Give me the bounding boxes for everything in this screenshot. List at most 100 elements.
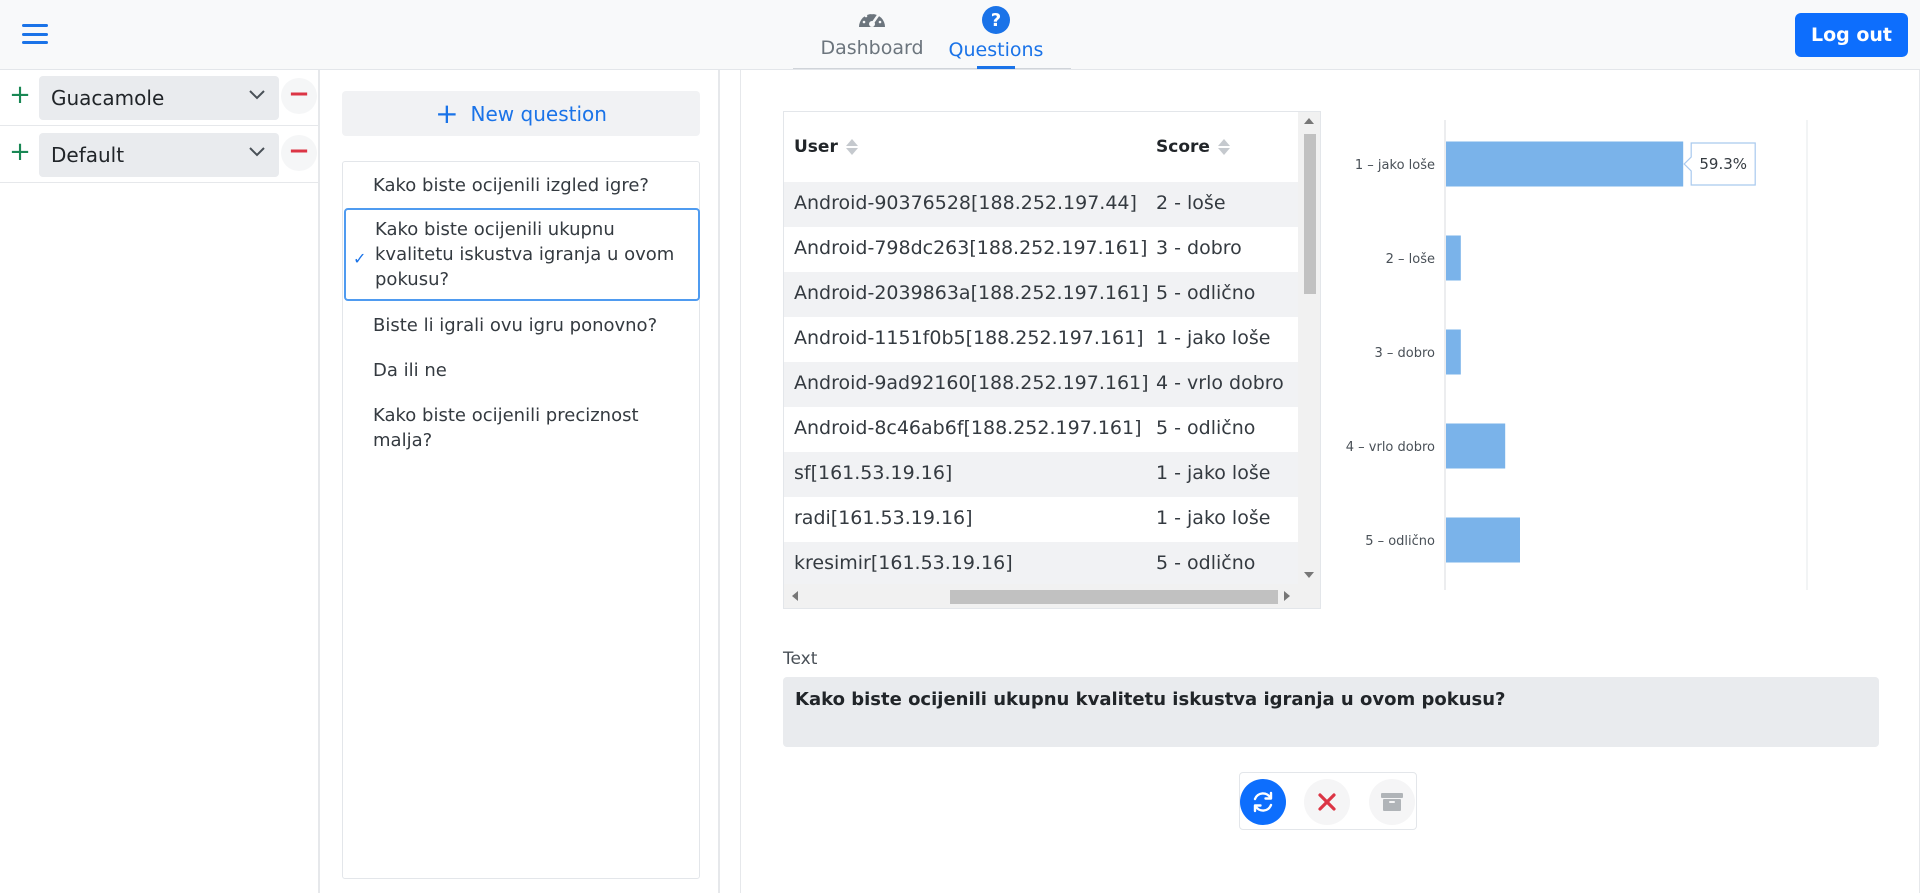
table-row[interactable]: Android-2039863a[188.252.197.161] 5 - od… — [784, 272, 1298, 317]
question-text: Da ili ne — [373, 360, 447, 381]
scrollbar-thumb[interactable] — [1304, 134, 1316, 294]
remove-icon[interactable]: − — [281, 135, 317, 171]
project-name: Default — [51, 143, 125, 167]
remove-icon[interactable]: − — [281, 78, 317, 114]
tab-questions[interactable]: ? Questions — [948, 5, 1044, 69]
text-label: Text — [783, 649, 818, 669]
cell-score: 1 - jako loše — [1156, 462, 1271, 484]
cell-score: 5 - odlično — [1156, 552, 1256, 574]
check-icon: ✓ — [353, 249, 367, 268]
active-tab-indicator — [977, 66, 1015, 69]
question-item[interactable]: Da ili ne — [343, 358, 701, 383]
new-question-label: New question — [470, 101, 607, 126]
project-select[interactable]: Default — [39, 133, 279, 177]
table-row[interactable]: Android-798dc263[188.252.197.161] 3 - do… — [784, 227, 1298, 272]
project-name: Guacamole — [51, 86, 165, 110]
question-item[interactable]: Biste li igrali ovu igru ponovno? — [343, 313, 701, 338]
chart-bar — [1446, 235, 1461, 281]
close-icon — [1318, 793, 1336, 811]
cell-score: 1 - jako loše — [1156, 507, 1271, 529]
chart-bar — [1446, 517, 1520, 563]
question-text: Biste li igrali ovu igru ponovno? — [373, 315, 658, 336]
table-row[interactable]: Android-90376528[188.252.197.44] 2 - loš… — [784, 182, 1298, 227]
scroll-right-arrow-icon[interactable] — [1284, 591, 1290, 601]
chevron-down-icon — [249, 147, 265, 157]
chart-category-label: 1 – jako loše — [1355, 158, 1435, 173]
question-list: Kako biste ocijenili izgled igre? ✓ Kako… — [342, 161, 700, 879]
project-select[interactable]: Guacamole — [39, 76, 279, 120]
chart-category-label: 3 – dobro — [1374, 346, 1435, 361]
chart-category-label: 4 – vrlo dobro — [1346, 440, 1435, 455]
chart-bar — [1446, 329, 1461, 375]
question-text: Kako biste ocijenili preciznost malja? — [373, 405, 639, 451]
scroll-up-arrow-icon[interactable] — [1304, 118, 1314, 124]
cancel-button[interactable] — [1304, 779, 1350, 825]
cell-score: 3 - dobro — [1156, 237, 1242, 259]
table-row[interactable]: Android-1151f0b5[188.252.197.161] 1 - ja… — [784, 317, 1298, 362]
horizontal-scrollbar[interactable] — [784, 584, 1320, 608]
archive-button — [1369, 779, 1415, 825]
cell-score: 5 - odlično — [1156, 417, 1256, 439]
cell-user: radi[161.53.19.16] — [794, 507, 973, 529]
plus-icon: + — [435, 96, 459, 130]
cell-score: 4 - vrlo dobro — [1156, 372, 1284, 394]
question-circle-icon: ? — [982, 6, 1010, 34]
question-text: Kako biste ocijenili izgled igre? — [373, 175, 649, 196]
tabs-divider — [793, 68, 1071, 69]
cell-user: Android-1151f0b5[188.252.197.161] — [794, 327, 1144, 349]
add-icon[interactable]: + — [8, 139, 32, 165]
column-header-score[interactable]: Score — [1156, 137, 1230, 157]
scroll-down-arrow-icon[interactable] — [1304, 572, 1314, 578]
question-item[interactable]: Kako biste ocijenili izgled igre? — [343, 173, 701, 198]
question-item-selected[interactable]: ✓ Kako biste ocijenili ukupnu kvalitetu … — [344, 208, 700, 301]
table-header: User Score — [784, 112, 1298, 182]
cell-user: Android-798dc263[188.252.197.161] — [794, 237, 1148, 259]
answers-table: User Score Android-90376528[188.252.197.… — [783, 111, 1321, 609]
sort-icon — [1217, 139, 1230, 155]
chart-bar — [1446, 141, 1684, 187]
table-row[interactable]: Android-9ad92160[188.252.197.161] 4 - vr… — [784, 362, 1298, 407]
cell-user: sf[161.53.19.16] — [794, 462, 953, 484]
column-header-label: Score — [1156, 137, 1210, 157]
vertical-scrollbar[interactable] — [1298, 112, 1320, 584]
cell-score: 2 - loše — [1156, 192, 1226, 214]
chart-category-label: 2 – loše — [1386, 252, 1435, 267]
table-row[interactable]: radi[161.53.19.16] 1 - jako loše — [784, 497, 1298, 542]
table-row[interactable]: sf[161.53.19.16] 1 - jako loše — [784, 452, 1298, 497]
table-row[interactable]: kresimir[161.53.19.16] 5 - odlično — [784, 542, 1298, 587]
chevron-down-icon — [249, 90, 265, 100]
archive-icon — [1381, 793, 1403, 811]
cell-score: 1 - jako loše — [1156, 327, 1271, 349]
add-icon[interactable]: + — [8, 82, 32, 108]
projects-panel: + Guacamole − + Default − — [0, 70, 320, 893]
svg-text:?: ? — [991, 10, 1001, 31]
question-item[interactable]: Kako biste ocijenili preciznost malja? — [343, 403, 701, 453]
refresh-icon — [1253, 791, 1273, 813]
cell-user: Android-2039863a[188.252.197.161] — [794, 282, 1149, 304]
cell-user: Android-9ad92160[188.252.197.161] — [794, 372, 1149, 394]
hamburger-menu-icon[interactable] — [22, 24, 48, 44]
column-header-user[interactable]: User — [794, 137, 858, 157]
scrollbar-thumb[interactable] — [950, 590, 1278, 604]
gauge-icon — [859, 11, 885, 27]
question-text-field[interactable]: Kako biste ocijenili ukupnu kvalitetu is… — [783, 677, 1879, 747]
project-row: + Guacamole − — [0, 70, 320, 126]
tab-dashboard[interactable]: Dashboard — [820, 5, 924, 69]
bar-chart: 1 – jako loše 2 – loše 3 – dobro 4 – vrlo d… — [1346, 120, 1808, 590]
chart-tooltip-label: 59.3% — [1699, 155, 1747, 173]
table-row[interactable]: Android-8c46ab6f[188.252.197.161] 5 - od… — [784, 407, 1298, 452]
cell-user: Android-90376528[188.252.197.44] — [794, 192, 1137, 214]
scroll-left-arrow-icon[interactable] — [792, 591, 798, 601]
logout-button[interactable]: Log out — [1795, 13, 1908, 57]
chart-category-label: 5 – odlično — [1365, 534, 1435, 549]
project-row: + Default − — [0, 127, 320, 183]
cell-score: 5 - odlično — [1156, 282, 1256, 304]
tab-dashboard-label: Dashboard — [820, 37, 924, 59]
new-question-button[interactable]: + New question — [342, 91, 700, 136]
refresh-button[interactable] — [1240, 779, 1286, 825]
cell-user: kresimir[161.53.19.16] — [794, 552, 1013, 574]
tab-questions-label: Questions — [948, 39, 1044, 61]
sort-icon — [845, 139, 858, 155]
top-navbar: Dashboard ? Questions Log out — [0, 0, 1920, 70]
cell-user: Android-8c46ab6f[188.252.197.161] — [794, 417, 1142, 439]
